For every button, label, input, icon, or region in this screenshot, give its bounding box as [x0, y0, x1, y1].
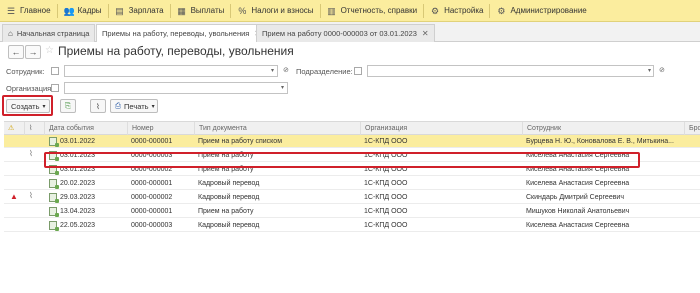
copy-icon: ⎘: [65, 101, 71, 110]
cell-doc-type: Прием на работу списком: [198, 138, 282, 145]
documents-table: ⚠ ⌇ Дата события Номер Тип документа Орг…: [4, 121, 700, 253]
menu-item-payroll[interactable]: ▤ Зарплата: [109, 0, 170, 22]
printer-icon: ⎙: [115, 101, 121, 110]
cell-employee: Бурцева Н. Ю., Коновалова Е. В., Митькин…: [526, 138, 674, 145]
cell-doc-type: Кадровый перевод: [198, 194, 260, 201]
menu-item-admin[interactable]: ⚙ Администрирование: [490, 0, 592, 22]
page-title: Приемы на работу, переводы, увольнения: [58, 44, 294, 58]
chevron-down-icon: ▾: [42, 103, 46, 110]
employee-filter-input[interactable]: [64, 65, 278, 77]
column-header-extra[interactable]: Бро: [684, 122, 700, 135]
chevron-down-icon[interactable]: ▾: [645, 65, 654, 77]
table-row[interactable]: 03.01.2022 0000-000001 Прием на работу с…: [4, 135, 700, 148]
link-icon[interactable]: ⊘: [659, 66, 665, 74]
column-header-date[interactable]: Дата события: [44, 122, 127, 135]
menu-item-taxes[interactable]: % Налоги и взносы: [231, 0, 319, 22]
home-icon: ⌂: [8, 29, 13, 38]
forward-button[interactable]: →: [25, 45, 41, 59]
cell-organization: 1С-КПД ООО: [364, 138, 408, 145]
cell-date: 22.05.2023: [60, 222, 96, 229]
cell-number: 0000-000003: [131, 222, 173, 229]
menu-item-settings[interactable]: ⚙ Настройка: [424, 0, 489, 22]
organization-filter-label: Организация:: [6, 84, 54, 93]
cell-date: 20.02.2023: [60, 180, 96, 187]
cell-organization: 1С-КПД ООО: [364, 194, 408, 201]
reports-icon: ▥: [327, 5, 336, 16]
cell-number: 0000-000002: [131, 194, 173, 201]
percent-icon: %: [238, 5, 247, 16]
table-row[interactable]: 20.02.2023 0000-000001 Кадровый перевод …: [4, 177, 700, 190]
cell-doc-type: Прием на работу: [198, 208, 254, 215]
tab-home[interactable]: ⌂ Начальная страница: [2, 24, 96, 42]
back-button[interactable]: ←: [8, 45, 24, 59]
organization-filter-input[interactable]: [64, 82, 288, 94]
print-button[interactable]: ⎙ Печать ▾: [110, 99, 158, 113]
table-row[interactable]: 13.04.2023 0000-000001 Прием на работу 1…: [4, 205, 700, 218]
department-filter-input[interactable]: [367, 65, 654, 77]
paperclip-icon: ⌇: [29, 149, 33, 158]
cell-date: 29.03.2023: [60, 194, 96, 201]
cell-employee: Скиндарь Дмитрий Сергеевич: [526, 194, 624, 201]
cell-number: 0000-000001: [131, 208, 173, 215]
chevron-down-icon: ▾: [151, 103, 155, 110]
selected-row-highlight: [44, 152, 640, 168]
settings-icon: ⚙: [431, 5, 440, 16]
close-icon[interactable]: ✕: [422, 29, 429, 38]
payroll-icon: ▤: [115, 5, 124, 16]
menu-item-hr[interactable]: 👥 Кадры: [58, 0, 108, 22]
tab-hiring-list[interactable]: Приемы на работу, переводы, увольнения✕: [96, 24, 268, 42]
cell-employee: Мишуков Николай Анатольевич: [526, 208, 630, 215]
cell-doc-type: Кадровый перевод: [198, 180, 260, 187]
menu-item-reports[interactable]: ▥ Отчетность, справки: [321, 0, 424, 22]
employee-filter-label: Сотрудник:: [6, 67, 45, 76]
warning-column-icon: ⚠: [8, 125, 15, 132]
cell-organization: 1С-КПД ООО: [364, 222, 408, 229]
menu-item-main[interactable]: ☰ Главное: [0, 0, 57, 22]
warning-icon: ▲: [10, 192, 18, 201]
cell-number: 0000-000001: [131, 180, 173, 187]
paperclip-icon: ⌇: [29, 191, 33, 200]
cell-employee: Киселева Анастасия Сергеевна: [526, 180, 630, 187]
organization-filter-checkbox[interactable]: [51, 84, 59, 92]
chevron-down-icon[interactable]: ▾: [268, 65, 277, 77]
link-icon[interactable]: ⊘: [283, 66, 289, 74]
main-menu: ☰ Главное 👥 Кадры ▤ Зарплата ▦ Выплаты % Нало…: [0, 0, 700, 22]
column-header-organization[interactable]: Организация: [360, 122, 522, 135]
cell-employee: Киселева Анастасия Сергеевна: [526, 222, 630, 229]
create-button[interactable]: Создать ▾: [6, 99, 50, 113]
cell-organization: 1С-КПД ООО: [364, 208, 408, 215]
cell-date: 03.01.2022: [60, 138, 96, 145]
table-row[interactable]: 22.05.2023 0000-000003 Кадровый перевод …: [4, 219, 700, 232]
employee-filter-checkbox[interactable]: [51, 67, 59, 75]
department-filter-checkbox[interactable]: [354, 67, 362, 75]
menu-icon: ☰: [6, 5, 16, 16]
star-icon[interactable]: ☆: [45, 45, 54, 56]
chevron-down-icon[interactable]: ▾: [278, 82, 287, 94]
column-header-employee[interactable]: Сотрудник: [522, 122, 684, 135]
paperclip-column-icon: ⌇: [24, 122, 44, 135]
attach-button[interactable]: ⌇: [90, 99, 106, 113]
cell-date: 13.04.2023: [60, 208, 96, 215]
paperclip-icon: ⌇: [96, 101, 100, 111]
people-icon: 👥: [63, 5, 75, 16]
tab-hiring-document[interactable]: Прием на работу 0000-000003 от 03.01.202…: [256, 24, 435, 42]
gear-icon: ⚙: [497, 5, 506, 16]
table-header: ⚠ ⌇ Дата события Номер Тип документа Орг…: [4, 121, 700, 135]
column-header-doc-type[interactable]: Тип документа: [194, 122, 360, 135]
cell-number: 0000-000001: [131, 138, 173, 145]
department-filter-label: Подразделение:: [296, 67, 353, 76]
column-header-number[interactable]: Номер: [127, 122, 194, 135]
tab-bar: ⌂ Начальная страница Приемы на работу, пе…: [0, 22, 700, 42]
cell-organization: 1С-КПД ООО: [364, 180, 408, 187]
table-row[interactable]: ▲ ⌇ 29.03.2023 0000-000002 Кадровый пере…: [4, 191, 700, 204]
menu-item-payments[interactable]: ▦ Выплаты: [171, 0, 231, 22]
cell-doc-type: Кадровый перевод: [198, 222, 260, 229]
payments-icon: ▦: [177, 5, 186, 16]
copy-button[interactable]: ⎘: [60, 99, 76, 113]
